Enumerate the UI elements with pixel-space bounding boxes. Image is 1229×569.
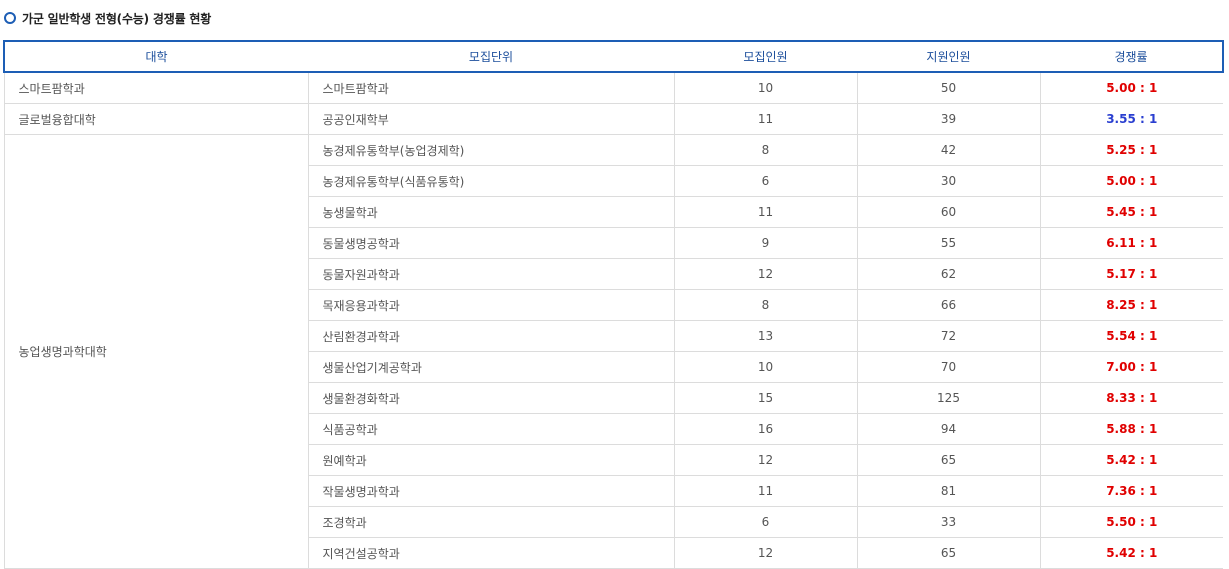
rate-cell: 7.36 : 1 [1040,475,1223,507]
unit-cell: 작물생명과학과 [308,475,675,507]
college-cell: 글로벌융합대학 [3,103,309,135]
applicants-cell: 50 [857,72,1041,104]
quota-cell: 12 [674,444,858,476]
quota-cell: 8 [674,289,858,321]
table-row: 글로벌융합대학 공공인재학부 11 39 3.55 : 1 [3,103,1223,135]
rate-cell: 5.42 : 1 [1040,537,1223,569]
column-header-college: 대학 [3,40,308,73]
unit-cell: 동물자원과학과 [308,258,675,290]
unit-cell: 식품공학과 [308,413,675,445]
unit-cell: 생물환경화학과 [308,382,675,414]
circle-bullet-icon [4,12,16,24]
quota-cell: 12 [674,258,858,290]
applicants-cell: 42 [857,134,1041,166]
applicants-cell: 65 [857,537,1041,569]
quota-cell: 13 [674,320,858,352]
unit-cell: 농생물학과 [308,196,675,228]
unit-cell: 조경학과 [308,506,675,538]
quota-cell: 9 [674,227,858,259]
college-cell: 농업생명과학대학 [3,134,309,569]
quota-cell: 10 [674,351,858,383]
quota-cell: 15 [674,382,858,414]
rate-cell: 5.88 : 1 [1040,413,1223,445]
table-row: 스마트팜학과 스마트팜학과 10 50 5.00 : 1 [3,72,1223,104]
quota-cell: 11 [674,475,858,507]
rate-cell: 5.42 : 1 [1040,444,1223,476]
section-heading: 가군 일반학생 전형(수능) 경쟁률 현황 [4,9,211,27]
column-header-quota: 모집인원 [674,40,857,73]
column-header-rate: 경쟁률 [1040,40,1224,73]
applicants-cell: 66 [857,289,1041,321]
rate-cell: 5.25 : 1 [1040,134,1223,166]
quota-cell: 12 [674,537,858,569]
quota-cell: 11 [674,103,858,135]
applicants-cell: 30 [857,165,1041,197]
unit-cell: 지역건설공학과 [308,537,675,569]
applicants-cell: 70 [857,351,1041,383]
applicants-cell: 55 [857,227,1041,259]
unit-cell: 농경제유통학부(식품유통학) [308,165,675,197]
rate-cell: 5.54 : 1 [1040,320,1223,352]
applicants-cell: 39 [857,103,1041,135]
applicants-cell: 125 [857,382,1041,414]
applicants-cell: 81 [857,475,1041,507]
rate-cell: 8.25 : 1 [1040,289,1223,321]
rate-cell: 5.50 : 1 [1040,506,1223,538]
applicants-cell: 33 [857,506,1041,538]
applicants-cell: 60 [857,196,1041,228]
applicants-cell: 72 [857,320,1041,352]
applicants-cell: 62 [857,258,1041,290]
quota-cell: 6 [674,506,858,538]
applicants-cell: 94 [857,413,1041,445]
rate-cell: 6.11 : 1 [1040,227,1223,259]
column-header-applicants: 지원인원 [857,40,1040,73]
column-header-unit: 모집단위 [308,40,674,73]
table-row: 농업생명과학대학 농경제유통학부(농업경제학) 8 42 5.25 : 1 [3,134,1223,569]
unit-cell: 생물산업기계공학과 [308,351,675,383]
unit-cell: 원예학과 [308,444,675,476]
quota-cell: 11 [674,196,858,228]
applicants-cell: 65 [857,444,1041,476]
rate-cell: 7.00 : 1 [1040,351,1223,383]
competition-rate-table: 대학 모집단위 모집인원 지원인원 경쟁률 스마트팜학과 스마트팜학과 10 50 5.… [3,40,1224,569]
quota-cell: 6 [674,165,858,197]
rate-cell: 5.45 : 1 [1040,196,1223,228]
rate-cell: 5.00 : 1 [1040,72,1223,104]
rate-cell: 3.55 : 1 [1040,103,1223,135]
quota-cell: 8 [674,134,858,166]
unit-cell: 목재응용과학과 [308,289,675,321]
unit-cell: 스마트팜학과 [308,72,675,104]
rate-cell: 5.00 : 1 [1040,165,1223,197]
unit-cell: 동물생명공학과 [308,227,675,259]
unit-cell: 산림환경과학과 [308,320,675,352]
quota-cell: 10 [674,72,858,104]
unit-cell: 농경제유통학부(농업경제학) [308,134,675,166]
page-title: 가군 일반학생 전형(수능) 경쟁률 현황 [22,11,212,26]
table-header-row: 대학 모집단위 모집인원 지원인원 경쟁률 [3,40,1224,73]
rate-cell: 5.17 : 1 [1040,258,1223,290]
quota-cell: 16 [674,413,858,445]
unit-cell: 공공인재학부 [308,103,675,135]
rate-cell: 8.33 : 1 [1040,382,1223,414]
college-cell: 스마트팜학과 [3,72,309,104]
